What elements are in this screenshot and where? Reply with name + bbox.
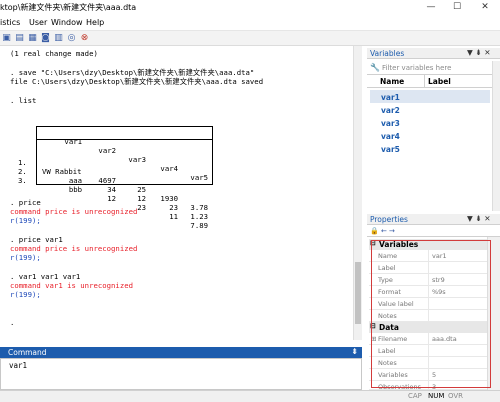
viewer-icon[interactable]: ▤: [14, 33, 25, 44]
properties-pane-title: Properties: [370, 215, 408, 224]
table-row: 3. bbb 12 23 11 7.89: [18, 167, 218, 230]
command-pane-title: Command: [8, 348, 47, 357]
table-row: 2. aaa 34 12 23 1.23: [18, 158, 218, 221]
results-scrollbar-thumb[interactable]: [355, 262, 361, 324]
log-icon[interactable]: ▣: [1, 33, 12, 44]
overwrite-indicator: OVR: [448, 392, 464, 400]
properties-toolbar: 🔒 ← →: [367, 226, 500, 237]
table-cell: 11: [169, 212, 178, 221]
menu-statistics[interactable]: istics: [0, 18, 20, 27]
variable-item[interactable]: var3: [381, 119, 400, 128]
variable-item[interactable]: var4: [381, 132, 400, 141]
wrench-icon[interactable]: 🔧: [370, 63, 380, 72]
variable-item[interactable]: var1: [381, 93, 400, 102]
table-cell: 25: [137, 185, 146, 194]
break-icon[interactable]: ◎: [66, 33, 77, 44]
table-cell: 3.78: [190, 203, 208, 212]
menu-help[interactable]: Help: [86, 18, 104, 27]
column-divider: [424, 75, 425, 88]
close-button[interactable]: ✕: [474, 0, 496, 15]
error-message: command var1 is unrecognized: [10, 281, 134, 290]
minimize-button[interactable]: —: [420, 0, 442, 15]
command-pane-header: Command ⇟: [0, 347, 362, 358]
variable-filter[interactable]: 🔧 Filter variables here: [367, 61, 500, 75]
variables-pane-header: Variables ▼ ⇟ ✕: [367, 48, 500, 59]
result-line: .: [10, 318, 15, 327]
menu-user[interactable]: User: [29, 18, 47, 27]
row-number: 3.: [18, 176, 27, 185]
do-file-editor-icon[interactable]: ◙: [40, 33, 51, 44]
maximize-button[interactable]: ☐: [446, 0, 468, 15]
pane-controls[interactable]: ▼ ⇟ ✕: [467, 48, 491, 57]
stop-icon[interactable]: ⊗: [79, 33, 90, 44]
variable-item[interactable]: var5: [381, 145, 400, 154]
variables-pane-title: Variables: [370, 49, 405, 58]
menu-bar: istics User Window Help: [0, 15, 500, 31]
variables-scrollbar[interactable]: [492, 61, 500, 211]
result-line: . list: [10, 96, 37, 105]
table-cell: 23: [137, 203, 146, 212]
column-header-name[interactable]: Name: [380, 77, 404, 86]
pane-controls[interactable]: ▼ ⇟ ✕: [467, 214, 491, 223]
caps-lock-indicator: CAP: [408, 392, 422, 400]
table-cell: 12: [107, 194, 116, 203]
variables-column-header: Name Label: [367, 75, 500, 88]
command-input-value: var1: [9, 361, 28, 370]
variable-item[interactable]: var2: [381, 106, 400, 115]
filter-placeholder[interactable]: Filter variables here: [382, 64, 451, 72]
return-code: r(199);: [10, 290, 41, 299]
list-header-row: var1 var2 var3 var4 var5: [36, 128, 213, 182]
table-cell: 34: [107, 185, 116, 194]
return-code: r(199);: [10, 253, 41, 262]
table-cell: 1.23: [190, 212, 208, 221]
table-cell: 1930: [160, 194, 178, 203]
properties-pane-header: Properties ▼ ⇟ ✕: [367, 214, 500, 225]
table-cell: 23: [169, 203, 178, 212]
error-message: command price is unrecognized: [10, 244, 138, 253]
result-line: (1 real change made): [10, 49, 98, 58]
title-bar: ktop\新建文件夹\新建文件夹\aaa.dta — ☐ ✕: [0, 0, 500, 15]
result-line: file C:\Users\dzy\Desktop\新建文件夹\新建文件夹\aa…: [10, 77, 264, 86]
num-lock-indicator: NUM: [428, 392, 445, 400]
result-line: . var1 var1 var1: [10, 272, 81, 281]
highlight-annotation-box: [371, 240, 491, 388]
status-bar: CAP NUM OVR: [0, 390, 500, 402]
table-cell: 7.89: [190, 221, 208, 230]
table-row: 1. VW Rabbit 4697 25 1930 3.78: [18, 149, 218, 212]
result-line: . price var1: [10, 235, 63, 244]
command-input[interactable]: var1: [0, 358, 362, 390]
result-line: . save "C:\Users\dzy\Desktop\新建文件夹\新建文件夹…: [10, 68, 255, 77]
column-header-label[interactable]: Label: [428, 77, 451, 86]
menu-window[interactable]: Window: [51, 18, 83, 27]
list-header: var1: [64, 137, 82, 146]
graph-icon[interactable]: ▦: [27, 33, 38, 44]
table-cell: 12: [137, 194, 146, 203]
toolbar: ▣ ▤ ▦ ◙ ▥ ◎ ⊗: [0, 31, 500, 46]
results-window[interactable]: (1 real change made) . save "C:\Users\dz…: [0, 46, 362, 340]
table-cell: bbb: [68, 185, 82, 194]
window-title: ktop\新建文件夹\新建文件夹\aaa.dta: [0, 3, 137, 12]
table-cell: 4697: [98, 176, 116, 185]
pin-icon[interactable]: ⇟: [351, 347, 358, 356]
data-editor-icon[interactable]: ▥: [53, 33, 64, 44]
table-cell: aaa: [68, 176, 82, 185]
lock-back-forward-icons[interactable]: 🔒 ← →: [370, 227, 395, 235]
